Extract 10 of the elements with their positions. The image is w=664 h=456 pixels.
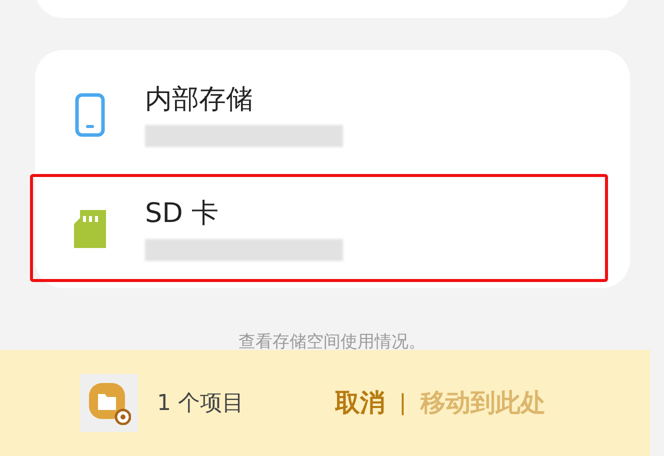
storage-title: SD 卡 — [145, 197, 220, 231]
storage-item[interactable]: 内部存储 — [35, 58, 630, 172]
sd-card-icon — [74, 210, 106, 248]
folder-app-icon — [87, 381, 131, 425]
storage-item[interactable]: SD 卡 — [35, 172, 630, 286]
separator: | — [399, 390, 406, 418]
phone-icon — [75, 93, 105, 137]
caption-text: 查看存储空间使用情况。 — [238, 331, 426, 354]
item-count: 1 个项目 — [157, 390, 245, 418]
storage-title: 内部存储 — [145, 83, 254, 117]
